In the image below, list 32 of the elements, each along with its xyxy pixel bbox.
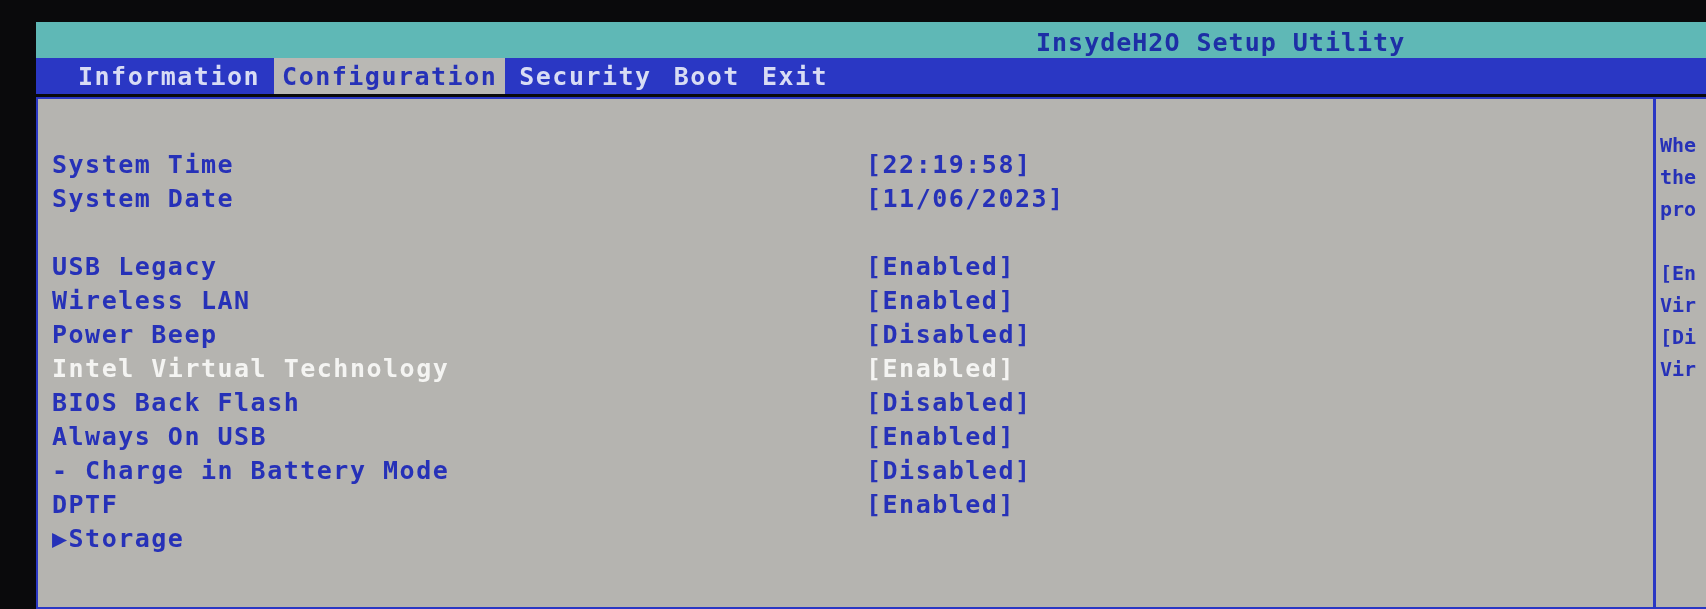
- help-text: the: [1660, 164, 1698, 191]
- menu-tab[interactable]: Information: [70, 58, 269, 94]
- setting-label[interactable]: Power Beep: [52, 319, 218, 349]
- setting-value[interactable]: [11/06/2023]: [866, 183, 1065, 213]
- window-title: InsydeH2O Setup Utility: [1036, 28, 1406, 58]
- menu-tab[interactable]: Boot: [665, 58, 748, 94]
- setting-label[interactable]: System Date: [52, 183, 235, 213]
- submenu-item[interactable]: ▶Storage: [52, 523, 185, 553]
- setting-value[interactable]: [Enabled]: [866, 421, 1015, 451]
- setting-value[interactable]: [Enabled]: [866, 285, 1015, 315]
- setting-value[interactable]: [Disabled]: [866, 455, 1032, 485]
- setting-value[interactable]: [Enabled]: [866, 251, 1015, 281]
- help-text: pro: [1660, 196, 1698, 223]
- setting-label[interactable]: BIOS Back Flash: [52, 387, 301, 417]
- setting-label[interactable]: - Charge in Battery Mode: [52, 455, 450, 485]
- setting-value[interactable]: [Disabled]: [866, 387, 1032, 417]
- setting-label[interactable]: System Time: [52, 149, 235, 179]
- setting-label[interactable]: USB Legacy: [52, 251, 218, 281]
- setting-label[interactable]: Always On USB: [52, 421, 268, 451]
- setting-label[interactable]: DPTF: [52, 489, 119, 519]
- menu-tab[interactable]: Configuration: [274, 58, 506, 94]
- menu-tab[interactable]: Exit: [753, 58, 837, 94]
- setting-value[interactable]: [Enabled]: [866, 489, 1015, 519]
- help-text: Whe: [1660, 132, 1698, 159]
- setting-label[interactable]: Wireless LAN: [52, 285, 251, 315]
- help-text: [En: [1660, 260, 1698, 287]
- help-text: [Di: [1660, 324, 1698, 351]
- setting-value[interactable]: [22:19:58]: [866, 149, 1032, 179]
- menu-tab[interactable]: Security: [511, 58, 660, 94]
- setting-value[interactable]: [Disabled]: [866, 319, 1032, 349]
- help-text: Vir: [1660, 292, 1698, 319]
- help-text: Vir: [1660, 356, 1698, 383]
